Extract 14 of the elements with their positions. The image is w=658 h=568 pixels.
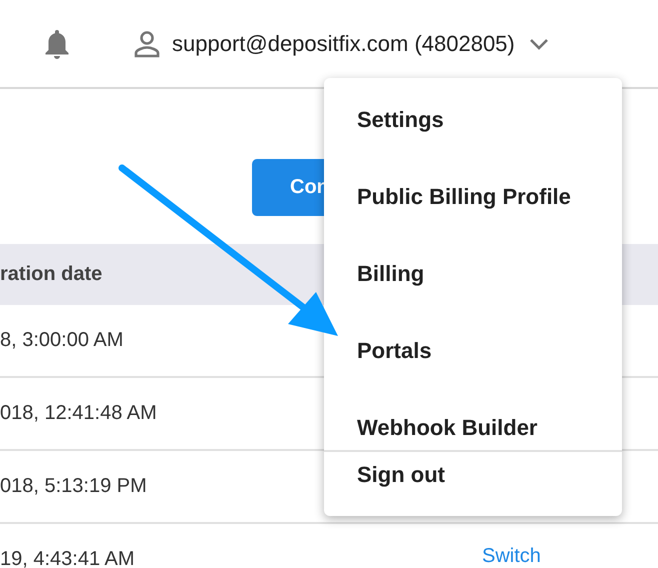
column-header: ration date [0, 263, 102, 286]
switch-link[interactable]: Switch [482, 545, 541, 568]
account-email[interactable]: support@depositfix.com (4802805) [172, 30, 515, 56]
chevron-down-icon[interactable] [528, 38, 549, 50]
menu-item[interactable]: Settings [324, 81, 622, 158]
table-cell: 19, 4:43:41 AM [0, 548, 135, 568]
menu-item[interactable]: Billing [324, 235, 622, 312]
table-cell: 8, 3:00:00 AM [0, 329, 124, 352]
table-cell: 018, 5:13:19 PM [0, 475, 147, 498]
menu-item[interactable]: Public Billing Profile [324, 158, 622, 235]
menu-item[interactable]: Portals [324, 312, 622, 389]
table-cell: 018, 12:41:48 AM [0, 402, 157, 425]
user-icon[interactable] [133, 30, 161, 58]
bell-icon[interactable] [44, 28, 70, 60]
